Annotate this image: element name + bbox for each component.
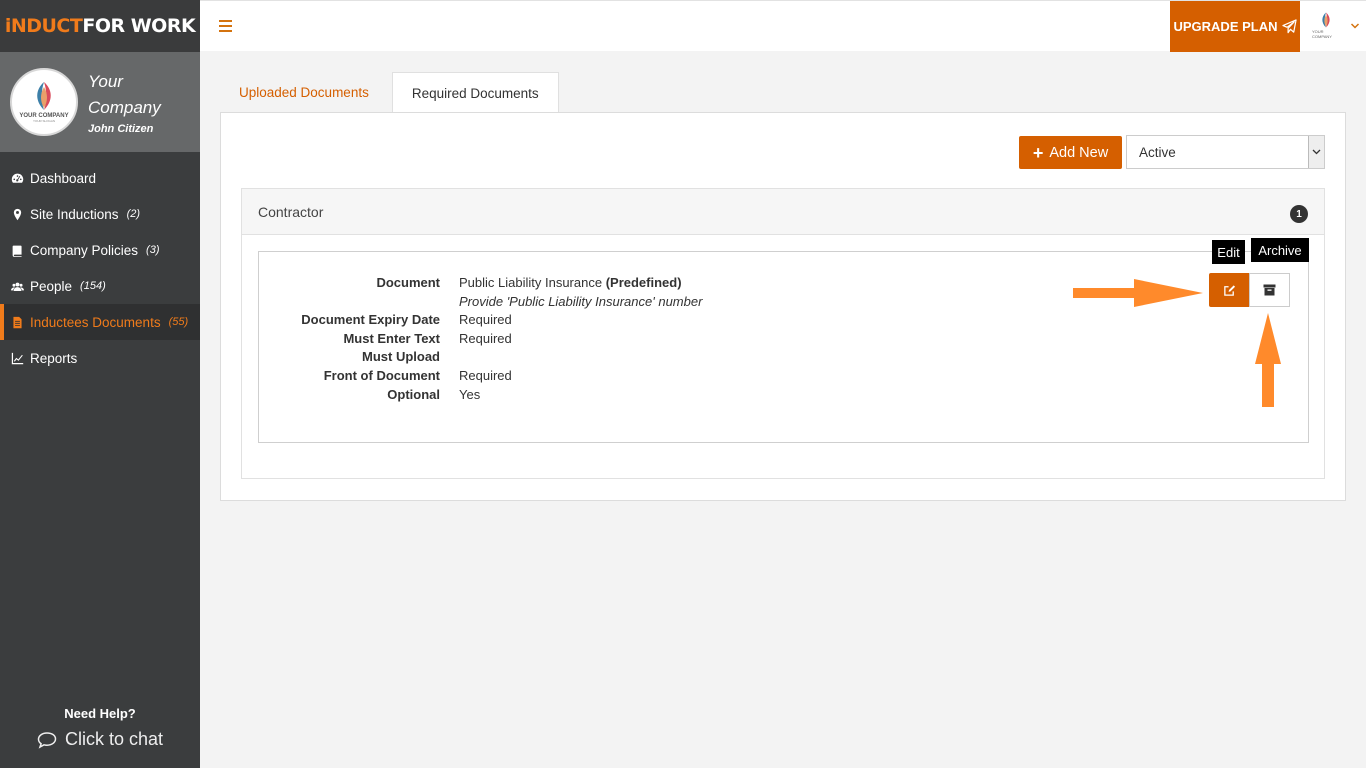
annotation-arrow-right-icon: [1073, 279, 1203, 307]
avatar-text: YOUR COMPANY: [1312, 29, 1332, 39]
detail-value: Required: [459, 330, 512, 346]
detail-row-must-upload: Must Upload: [259, 348, 702, 367]
annotation-arrow-up-icon: [1255, 313, 1281, 407]
sidebar-item-count: (2): [126, 208, 141, 220]
sidebar-item-site-inductions[interactable]: Site Inductions (2): [0, 196, 200, 232]
detail-label: Optional: [387, 386, 440, 402]
need-help-label: Need Help?: [64, 706, 136, 721]
detail-value: Public Liability Insurance (Predefined): [459, 274, 682, 293]
document-group-contractor: Contractor 1 Document Public Liability I…: [241, 188, 1325, 479]
archive-button[interactable]: [1249, 273, 1290, 307]
menu-toggle-icon[interactable]: [219, 20, 232, 32]
detail-label: Document: [376, 275, 440, 290]
sidebar-nav: Dashboard Site Inductions (2) Company Po…: [0, 160, 200, 376]
sidebar-item-label: People: [30, 278, 73, 294]
top-bar: UPGRADE PLAN YOUR COMPANY: [200, 0, 1366, 52]
click-to-chat-link[interactable]: Click to chat: [0, 729, 200, 750]
sidebar-item-count: (55): [168, 316, 189, 328]
users-icon: [9, 280, 25, 293]
sidebar-item-dashboard[interactable]: Dashboard: [0, 160, 200, 196]
detail-value: Required: [459, 312, 512, 328]
detail-row-front-of-document: Front of Document Required: [259, 367, 702, 386]
sidebar-item-company-policies[interactable]: Company Policies (3): [0, 232, 200, 268]
detail-value: Required: [459, 367, 512, 383]
book-icon: [9, 244, 25, 257]
group-header[interactable]: Contractor 1: [242, 189, 1324, 235]
edit-tooltip: Edit: [1212, 240, 1245, 264]
sidebar-item-label: Inductees Documents: [30, 314, 161, 330]
detail-label: Document Expiry Date: [301, 312, 440, 328]
status-filter-value: Active: [1139, 144, 1176, 160]
sidebar: iNDUCT FOR WORK YOUR COMPANY YOUR SLOGAN …: [0, 0, 200, 768]
profile-panel: YOUR COMPANY YOUR SLOGAN Your Company Jo…: [0, 52, 200, 152]
archive-icon: [1263, 284, 1276, 296]
edit-icon: [1223, 284, 1235, 296]
sidebar-item-inductees-documents[interactable]: Inductees Documents (55): [0, 304, 200, 340]
detail-label: Must Enter Text: [343, 330, 440, 346]
sidebar-item-count: (154): [80, 280, 106, 292]
document-icon: [9, 316, 25, 329]
sidebar-item-label: Dashboard: [30, 170, 97, 186]
detail-label: Front of Document: [323, 367, 440, 383]
tab-required-documents[interactable]: Required Documents: [391, 72, 559, 113]
company-logo-icon: [1322, 12, 1330, 28]
company-name: Your Company: [88, 72, 161, 117]
chevron-down-icon[interactable]: [1350, 21, 1360, 31]
chart-line-icon: [9, 352, 25, 365]
archive-tooltip: Archive: [1251, 238, 1309, 262]
chat-bubble-icon: [37, 731, 57, 749]
document-description: Provide 'Public Liability Insurance' num…: [459, 293, 703, 309]
sidebar-item-label: Reports: [30, 350, 78, 366]
detail-label: [259, 293, 440, 312]
company-logo-icon: [37, 82, 51, 110]
group-count-badge: 1: [1290, 205, 1308, 223]
add-new-button[interactable]: + Add New: [1019, 136, 1122, 169]
document-tabs: Uploaded Documents Required Documents: [220, 72, 559, 113]
user-name: John Citizen: [88, 123, 154, 135]
company-logo-slogan: YOUR SLOGAN: [32, 119, 55, 123]
detail-row-must-enter-text: Must Enter Text Required: [259, 330, 702, 349]
sidebar-item-label: Company Policies: [30, 242, 139, 258]
brand-part2: FOR WORK: [82, 15, 196, 37]
predefined-tag: (Predefined): [605, 275, 682, 290]
company-avatar: YOUR COMPANY YOUR SLOGAN: [10, 68, 78, 136]
sidebar-item-reports[interactable]: Reports: [0, 340, 200, 376]
detail-value: Yes: [459, 386, 481, 402]
brand-part1: iNDUCT: [4, 15, 83, 37]
paper-plane-icon: [1281, 19, 1297, 34]
map-marker-icon: [9, 208, 25, 221]
detail-row-description: Provide 'Public Liability Insurance' num…: [259, 293, 702, 312]
brand-logo[interactable]: iNDUCT FOR WORK: [0, 0, 200, 52]
user-menu-avatar[interactable]: YOUR COMPANY: [1312, 11, 1340, 43]
sidebar-item-people[interactable]: People (154): [0, 268, 200, 304]
detail-row-expiry: Document Expiry Date Required: [259, 311, 702, 330]
sidebar-item-label: Site Inductions: [30, 206, 119, 222]
detail-row-optional: Optional Yes: [259, 386, 702, 405]
chevron-down-icon: [1308, 136, 1324, 168]
document-details: Document Public Liability Insurance (Pre…: [259, 274, 702, 404]
group-title: Contractor: [258, 203, 324, 220]
plus-icon: +: [1032, 142, 1044, 163]
upgrade-plan-label: UPGRADE PLAN: [1173, 19, 1278, 34]
document-name: Public Liability Insurance: [459, 275, 603, 290]
detail-row-document: Document Public Liability Insurance (Pre…: [259, 274, 702, 293]
detail-label: Must Upload: [362, 349, 440, 365]
chat-label: Click to chat: [64, 729, 164, 749]
help-section: Need Help? Click to chat: [0, 706, 200, 750]
edit-button[interactable]: [1209, 273, 1249, 307]
tab-uploaded-documents[interactable]: Uploaded Documents: [220, 72, 388, 112]
sidebar-item-count: (3): [146, 244, 160, 256]
upgrade-plan-button[interactable]: UPGRADE PLAN: [1170, 1, 1300, 52]
add-new-label: Add New: [1049, 144, 1109, 161]
status-filter-select[interactable]: Active: [1126, 135, 1325, 169]
dashboard-icon: [9, 172, 25, 185]
